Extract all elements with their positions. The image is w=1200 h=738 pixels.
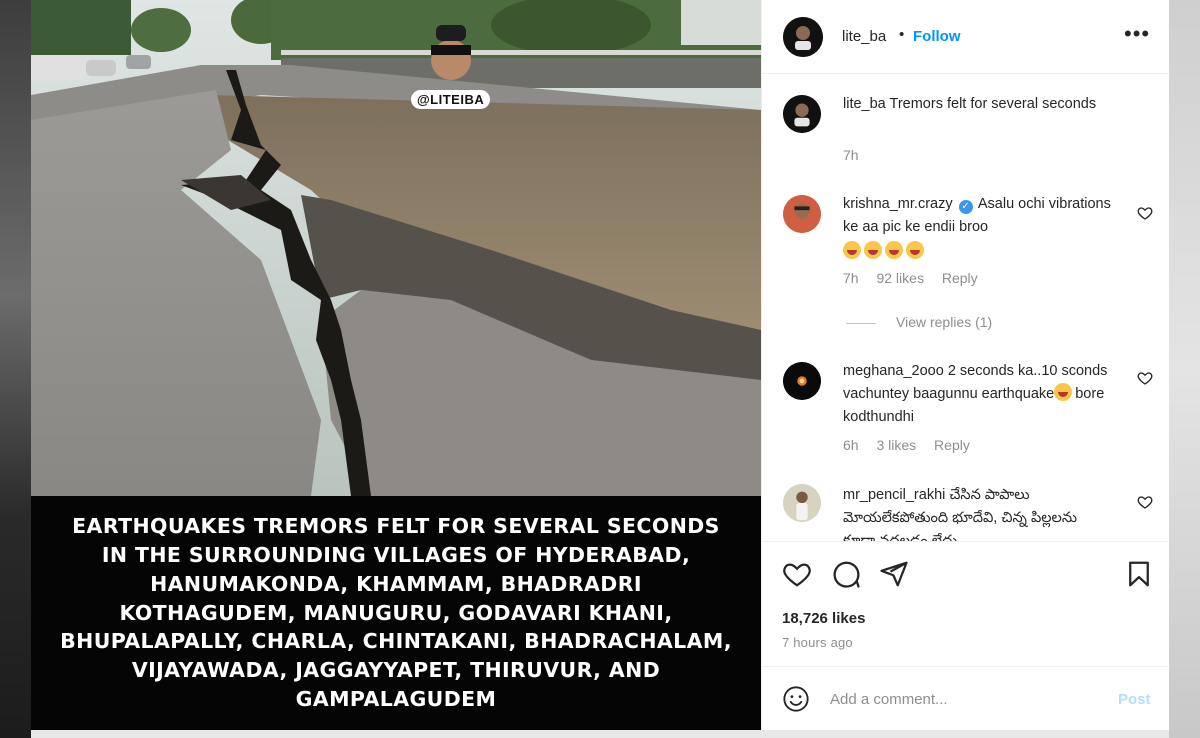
- comment-time: 6h: [843, 437, 859, 453]
- like-comment-heart-icon[interactable]: [1137, 370, 1153, 386]
- comment-icon[interactable]: [831, 559, 861, 589]
- author-username[interactable]: lite_ba: [842, 28, 886, 45]
- more-options-icon[interactable]: •••: [1124, 23, 1150, 45]
- post-media[interactable]: @LITEIBA Earthquakes tremors felt for se…: [31, 0, 761, 730]
- laughing-emoji-icon: [1054, 383, 1073, 401]
- reply-button[interactable]: Reply: [934, 437, 970, 453]
- comment-username[interactable]: mr_pencil_rakhi: [843, 487, 945, 503]
- comment-body: meghana_2ooo 2 seconds ka..10 sconds vac…: [843, 360, 1113, 429]
- laughing-emoji-icon: [885, 241, 903, 259]
- author-avatar[interactable]: [783, 17, 823, 57]
- reply-button[interactable]: Reply: [942, 270, 978, 286]
- comments-list[interactable]: lite_ba Tremors felt for several seconds…: [762, 75, 1170, 541]
- like-comment-heart-icon[interactable]: [1137, 205, 1153, 221]
- bottom-strip: [31, 730, 1169, 738]
- verified-icon: ✓: [958, 200, 973, 214]
- laughing-emoji-icon: [843, 241, 861, 259]
- watermark-badge: @LITEIBA: [411, 90, 491, 109]
- comment-time: 7h: [843, 270, 859, 286]
- comment-body: krishna_mr.crazy ✓ Asalu ochi vibrations…: [843, 193, 1113, 264]
- comment-username[interactable]: meghana_2ooo: [843, 363, 944, 379]
- right-gutter: [1169, 0, 1200, 738]
- like-heart-icon[interactable]: [782, 559, 812, 589]
- commenter-avatar[interactable]: [783, 195, 821, 233]
- comment-likes[interactable]: 3 likes: [876, 437, 916, 453]
- share-icon[interactable]: [879, 559, 909, 589]
- likes-count[interactable]: 18,726 likes: [782, 610, 865, 627]
- commenter-avatar[interactable]: [783, 362, 821, 400]
- view-replies-button[interactable]: View replies (1): [846, 314, 992, 330]
- bookmark-icon[interactable]: [1124, 559, 1154, 589]
- like-comment-heart-icon[interactable]: [1137, 494, 1153, 510]
- smiley-icon[interactable]: [782, 685, 810, 713]
- header-separator: •: [899, 26, 905, 43]
- laughing-emoji-icon: [906, 241, 924, 259]
- comment-body: mr_pencil_rakhi చేసిన పాపాలు మోయలేకపోతుం…: [843, 484, 1113, 541]
- comment-meta: 6h 3 likes Reply: [843, 437, 984, 453]
- caption-time: 7h: [843, 147, 859, 163]
- post-header: lite_ba • Follow •••: [762, 0, 1170, 74]
- follow-button[interactable]: Follow: [913, 28, 961, 45]
- post-side-panel: lite_ba • Follow ••• lite_ba Tremors fel…: [761, 0, 1170, 730]
- post-time: 7 hours ago: [782, 635, 853, 650]
- laughing-emoji-icon: [864, 241, 882, 259]
- image-caption-banner: Earthquakes tremors felt for several sec…: [31, 496, 761, 730]
- post-comment-button[interactable]: Post: [1118, 691, 1151, 708]
- comment-likes[interactable]: 92 likes: [876, 270, 923, 286]
- comment-meta: 7h 92 likes Reply: [843, 270, 992, 286]
- caption-avatar[interactable]: [783, 95, 821, 133]
- post-actions: 18,726 likes 7 hours ago: [762, 541, 1170, 665]
- comment-username[interactable]: krishna_mr.crazy: [843, 196, 953, 212]
- earthquake-photo: [31, 0, 761, 496]
- caption-meta: 7h: [843, 147, 873, 163]
- view-replies-label[interactable]: View replies (1): [896, 314, 992, 330]
- left-gutter: [0, 0, 31, 738]
- add-comment-input[interactable]: [830, 687, 1100, 711]
- replies-divider-line: [846, 322, 876, 324]
- comment-composer: Post: [762, 666, 1170, 730]
- caption-body: lite_ba Tremors felt for several seconds: [843, 93, 1113, 116]
- caption-text: Tremors felt for several seconds: [889, 96, 1097, 112]
- emoji-row: [843, 241, 1113, 264]
- commenter-avatar[interactable]: [783, 484, 821, 522]
- caption-username[interactable]: lite_ba: [843, 96, 886, 112]
- image-caption-text: Earthquakes tremors felt for several sec…: [60, 514, 732, 711]
